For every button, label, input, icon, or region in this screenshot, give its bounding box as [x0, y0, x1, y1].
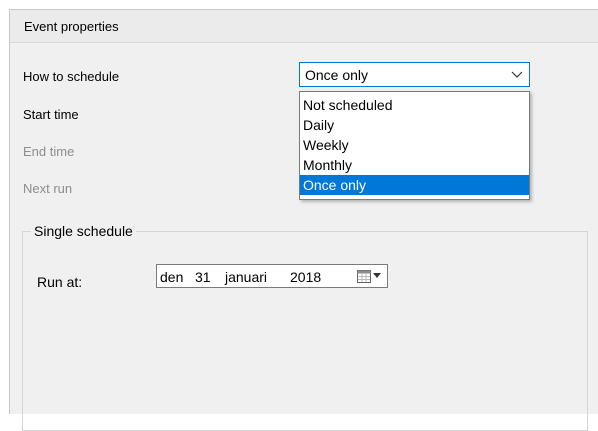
single-schedule-title: Single schedule — [31, 223, 136, 239]
option-not-scheduled[interactable]: Not scheduled — [300, 95, 529, 115]
panel-header: Event properties — [10, 10, 598, 43]
schedule-combobox[interactable]: Once only — [299, 62, 530, 87]
single-schedule-group: Single schedule Run at: den 31 januari 2… — [22, 223, 588, 431]
date-month[interactable]: januari — [225, 269, 267, 285]
date-year[interactable]: 2018 — [290, 269, 321, 285]
date-weekday[interactable]: den — [160, 269, 183, 285]
option-once-only[interactable]: Once only — [300, 175, 529, 195]
end-time-label: End time — [23, 144, 75, 159]
option-weekly[interactable]: Weekly — [300, 135, 529, 155]
option-daily[interactable]: Daily — [300, 115, 529, 135]
event-properties-panel: Event properties How to schedule Start t… — [9, 9, 598, 431]
next-run-label: Next run — [23, 181, 73, 196]
date-day[interactable]: 31 — [195, 269, 211, 285]
panel-title: Event properties — [24, 19, 119, 34]
how-to-schedule-label: How to schedule — [23, 69, 120, 84]
schedule-combobox-value: Once only — [305, 67, 369, 83]
run-at-date-picker[interactable]: den 31 januari 2018 — [156, 264, 388, 288]
option-monthly[interactable]: Monthly — [300, 155, 529, 175]
start-time-label: Start time — [23, 107, 79, 122]
run-at-label: Run at: — [37, 274, 83, 290]
schedule-dropdown-list: Not scheduled Daily Weekly Monthly Once … — [299, 91, 530, 200]
calendar-icon[interactable] — [357, 269, 371, 283]
chevron-down-icon[interactable] — [511, 68, 523, 80]
dropdown-arrow-icon[interactable] — [373, 273, 381, 279]
